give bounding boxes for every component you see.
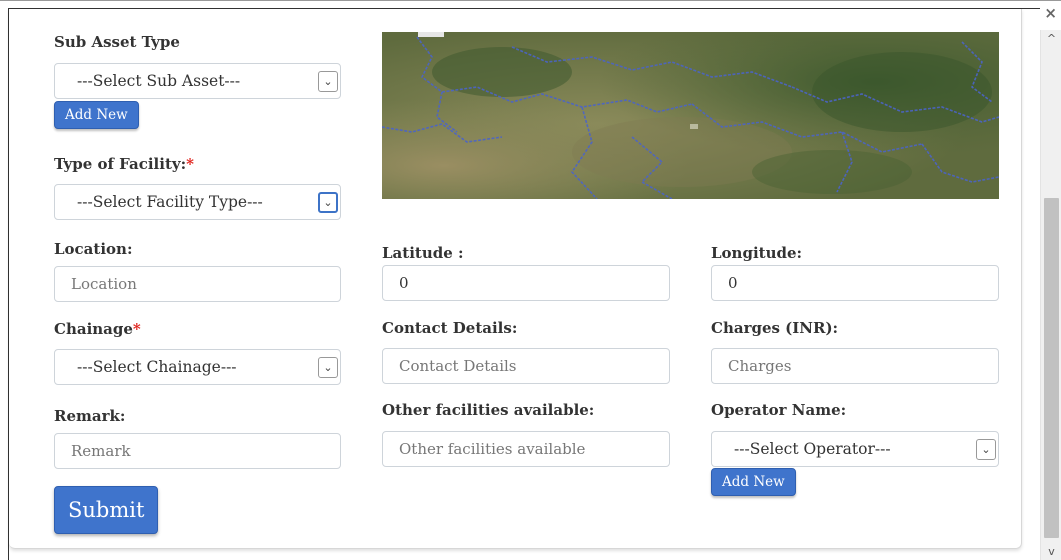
sub-asset-label: Sub Asset Type — [54, 33, 180, 51]
longitude-label: Longitude: — [711, 244, 803, 262]
chainage-selected: ---Select Chainage--- — [77, 358, 237, 376]
remark-label: Remark: — [54, 407, 126, 425]
operator-name-label: Operator Name: — [711, 401, 847, 419]
sub-asset-select[interactable]: ---Select Sub Asset--- ⌄ — [54, 63, 341, 99]
chainage-select[interactable]: ---Select Chainage--- ⌄ — [54, 349, 341, 385]
satellite-map-image — [382, 32, 999, 199]
facility-type-label-text: Type of Facility: — [54, 155, 187, 173]
sub-asset-selected: ---Select Sub Asset--- — [77, 72, 241, 90]
operator-select[interactable]: ---Select Operator--- ⌄ — [711, 431, 999, 467]
required-marker: * — [186, 155, 194, 173]
other-facilities-label: Other facilities available: — [382, 401, 595, 419]
charges-label: Charges (INR): — [711, 319, 839, 337]
chevron-down-icon[interactable]: ⌄ — [318, 71, 338, 92]
chevron-down-icon[interactable]: ⌄ — [976, 439, 996, 460]
location-input[interactable]: Location — [54, 266, 341, 302]
scrollbar-thumb[interactable] — [1044, 198, 1059, 538]
chevron-down-icon[interactable]: ⌄ — [318, 357, 338, 378]
contact-details-label: Contact Details: — [382, 319, 518, 337]
facility-type-select[interactable]: ---Select Facility Type--- ⌄ — [54, 184, 341, 220]
chainage-label-text: Chainage — [54, 320, 133, 338]
add-operator-button[interactable]: Add New — [711, 468, 796, 496]
operator-selected: ---Select Operator--- — [734, 440, 891, 458]
location-label: Location: — [54, 240, 133, 258]
contact-details-input[interactable]: Contact Details — [382, 348, 670, 384]
scroll-up-icon[interactable]: ^ — [1041, 32, 1061, 45]
scroll-down-icon[interactable]: v — [1041, 545, 1061, 558]
charges-input[interactable]: Charges — [711, 348, 999, 384]
latitude-label: Latitude : — [382, 244, 464, 262]
facility-type-selected: ---Select Facility Type--- — [77, 193, 263, 211]
required-marker: * — [132, 320, 141, 338]
other-facilities-input[interactable]: Other facilities available — [382, 431, 670, 467]
remark-input[interactable]: Remark — [54, 433, 341, 469]
add-sub-asset-button[interactable]: Add New — [54, 101, 139, 129]
facility-type-label: Type of Facility:* — [54, 155, 194, 173]
submit-button[interactable]: Submit — [54, 486, 159, 534]
longitude-input[interactable]: 0 — [711, 265, 999, 301]
latitude-input[interactable]: 0 — [382, 265, 670, 301]
vertical-scrollbar[interactable]: ^ v — [1040, 30, 1061, 560]
chevron-down-icon[interactable]: ⌄ — [318, 192, 338, 213]
close-icon[interactable]: × — [1044, 6, 1057, 21]
chainage-label: Chainage* — [54, 320, 141, 338]
